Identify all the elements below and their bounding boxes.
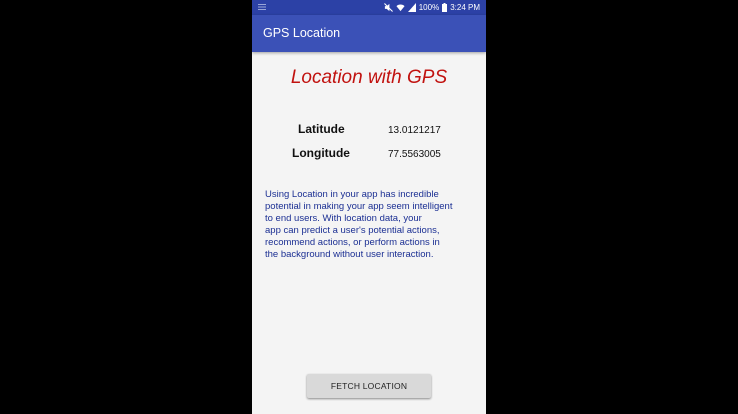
- status-bar: 100% 3:24 PM: [252, 0, 486, 15]
- battery-percent: 100%: [418, 3, 440, 12]
- longitude-value: 77.5563005: [388, 149, 441, 160]
- latitude-value: 13.0121217: [388, 125, 441, 136]
- description-line: Using Location in your app has incredibl…: [265, 189, 439, 200]
- description-line: to end users. With location data, your: [265, 213, 422, 225]
- signal-icon: [407, 3, 416, 12]
- latitude-label: Latitude: [298, 122, 345, 136]
- app-bar: GPS Location: [252, 15, 486, 52]
- page-heading: Location with GPS: [290, 67, 448, 88]
- description-line: potential in making your app seem intell…: [265, 201, 453, 213]
- battery-icon: [442, 3, 448, 12]
- description-line: recommend actions, or perform actions in: [265, 237, 440, 249]
- status-icons: 100% 3:24 PM: [383, 2, 480, 13]
- description-line: app can predict a user's potential actio…: [265, 225, 440, 237]
- app-title: GPS Location: [263, 26, 341, 40]
- phone-screen: 100% 3:24 PM GPS Location Location with …: [252, 0, 486, 414]
- longitude-label: Longitude: [292, 146, 350, 160]
- mute-icon: [383, 3, 393, 12]
- description-text: Using Location in your app has incredibl…: [265, 189, 477, 262]
- description-line: the background without user interaction.: [265, 249, 434, 261]
- wifi-icon: [396, 4, 405, 12]
- notification-icon: [258, 4, 266, 10]
- clock: 3:24 PM: [450, 3, 480, 12]
- fetch-location-button[interactable]: FETCH LOCATION: [307, 374, 431, 398]
